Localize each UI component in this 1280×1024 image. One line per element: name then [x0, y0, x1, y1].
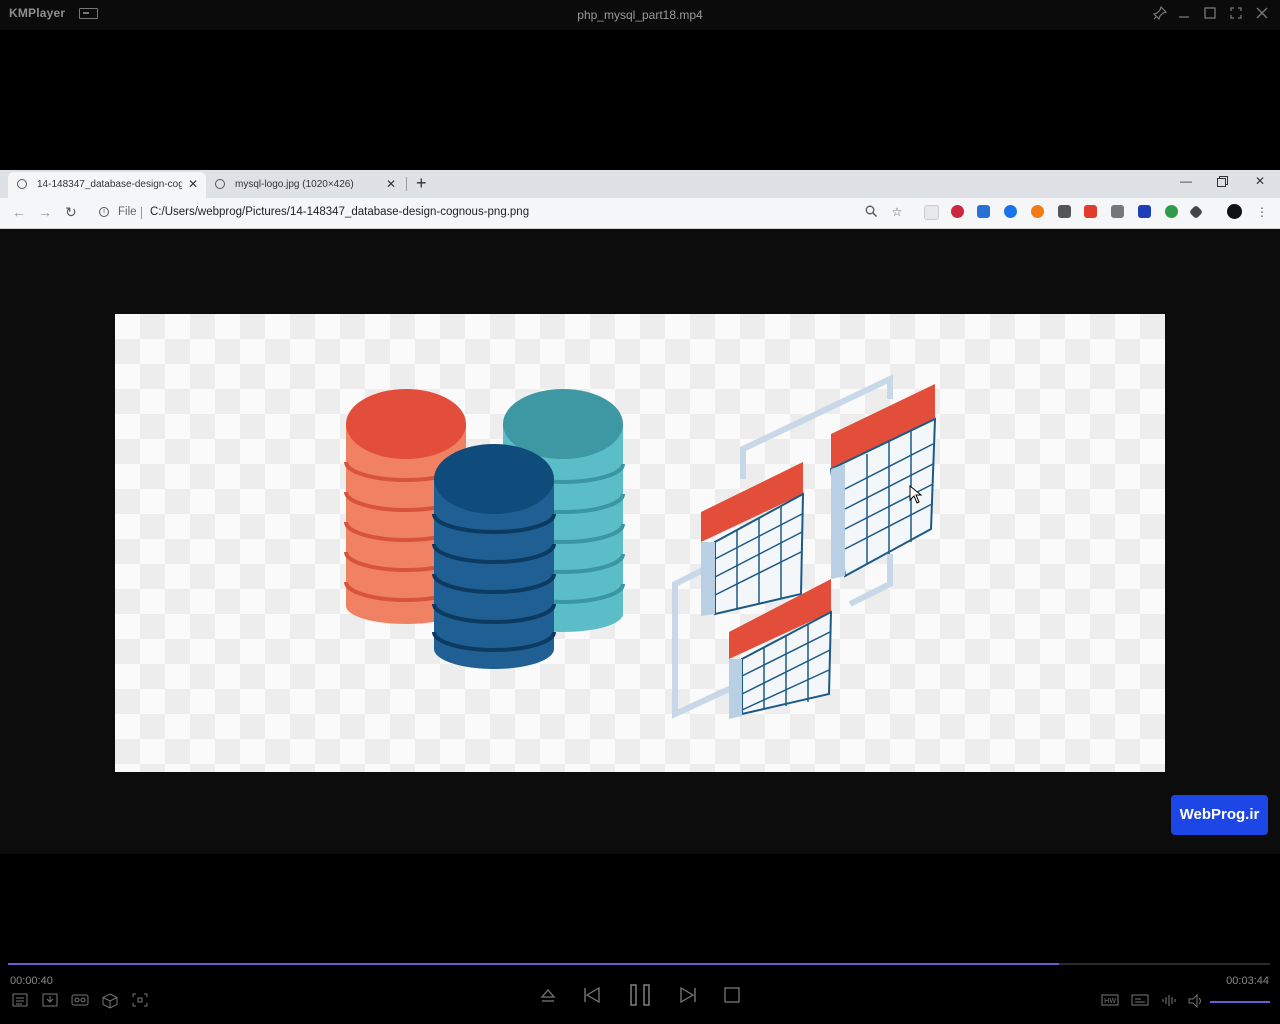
- previous-icon[interactable]: [583, 986, 601, 1004]
- eject-icon[interactable]: [539, 986, 557, 1004]
- download-icon[interactable]: [41, 993, 59, 1009]
- tab-title: 14-148347_database-design-cog: [37, 179, 182, 190]
- current-time: 00:00:40: [10, 975, 53, 987]
- fullscreen-icon[interactable]: [1227, 6, 1245, 24]
- extension-icon[interactable]: [1004, 205, 1017, 218]
- close-icon[interactable]: [1253, 6, 1271, 24]
- browser-close-icon[interactable]: ✕: [1255, 174, 1265, 188]
- database-design-illustration: [344, 374, 937, 719]
- browser-toolbar: ← → ↻ i File C:/Users/webprog/Pictures/1…: [0, 198, 1280, 229]
- bookmark-star-icon[interactable]: ☆: [890, 205, 904, 219]
- tab-mysql-logo[interactable]: mysql-logo.jpg (1020×426) ✕: [206, 172, 406, 198]
- address-bar[interactable]: C:/Users/webprog/Pictures/14-148347_data…: [150, 206, 529, 218]
- address-divider: [141, 207, 142, 219]
- minimize-icon[interactable]: [1175, 6, 1193, 24]
- capture-icon[interactable]: [131, 993, 149, 1009]
- translate-extension-icon[interactable]: [977, 205, 990, 218]
- equalizer-icon[interactable]: [1161, 993, 1179, 1009]
- displayed-image: [115, 314, 1165, 772]
- total-time: 00:03:44: [1226, 975, 1269, 987]
- reload-icon[interactable]: ↻: [65, 204, 77, 221]
- seek-progress: [8, 963, 1060, 965]
- file-title: php_mysql_part18.mp4: [577, 8, 703, 22]
- pin-icon[interactable]: [1151, 5, 1169, 24]
- tab-divider: [406, 177, 407, 191]
- zoom-icon[interactable]: [864, 205, 878, 219]
- globe-icon: [17, 179, 27, 189]
- extension-icon[interactable]: [1031, 205, 1044, 218]
- seek-bar[interactable]: [8, 963, 1270, 965]
- back-icon[interactable]: ←: [12, 204, 26, 220]
- subtitle-icon[interactable]: [1131, 993, 1149, 1009]
- globe-icon: [215, 179, 225, 189]
- restore-icon[interactable]: [1201, 6, 1219, 24]
- new-tab-button[interactable]: +: [416, 173, 427, 194]
- volume-slider[interactable]: [1210, 1001, 1270, 1003]
- 3d-icon[interactable]: [101, 993, 119, 1009]
- tab-title: mysql-logo.jpg (1020×426): [235, 179, 354, 190]
- table-middle-left-icon: [701, 462, 805, 616]
- profile-avatar[interactable]: [1227, 204, 1242, 219]
- browser-restore-icon[interactable]: [1217, 176, 1228, 190]
- tab-close-icon[interactable]: ✕: [386, 177, 396, 191]
- navy-database-icon: [432, 444, 556, 669]
- tab-close-icon[interactable]: ✕: [188, 177, 198, 191]
- player-titlebar: KMPlayer php_mysql_part18.mp4: [0, 0, 1280, 30]
- vue-extension-icon[interactable]: [1111, 205, 1124, 218]
- new-extension-icon[interactable]: [1084, 205, 1097, 218]
- playlist-icon[interactable]: [11, 993, 29, 1009]
- volume-icon[interactable]: [1187, 993, 1205, 1009]
- extension-icon[interactable]: [1188, 204, 1204, 220]
- watermark-badge: WebProg.ir: [1171, 795, 1268, 835]
- next-icon[interactable]: [679, 986, 697, 1004]
- eyedropper-extension-icon[interactable]: [1058, 205, 1071, 218]
- stop-icon[interactable]: [723, 986, 741, 1004]
- extension-icon[interactable]: [951, 205, 964, 218]
- menu-icon[interactable]: ⋮: [1255, 205, 1269, 219]
- extension-icon[interactable]: [1138, 205, 1151, 218]
- forward-icon[interactable]: →: [38, 204, 52, 220]
- pause-icon[interactable]: [628, 983, 652, 1007]
- svg-text:HW: HW: [1104, 997, 1116, 1005]
- extension-icon[interactable]: [1165, 205, 1178, 218]
- browser-minimize-icon[interactable]: —: [1180, 174, 1192, 188]
- table-top-right-icon: [829, 384, 937, 579]
- tab-database-design[interactable]: 14-148347_database-design-cog ✕: [8, 172, 206, 198]
- vr-icon[interactable]: [71, 993, 89, 1009]
- tab-strip: 14-148347_database-design-cog ✕ mysql-lo…: [0, 170, 1280, 198]
- hw-icon[interactable]: HW: [1101, 993, 1119, 1009]
- extension-icon[interactable]: [924, 205, 939, 220]
- scheme-label: File: [118, 206, 137, 218]
- info-icon[interactable]: i: [99, 207, 109, 217]
